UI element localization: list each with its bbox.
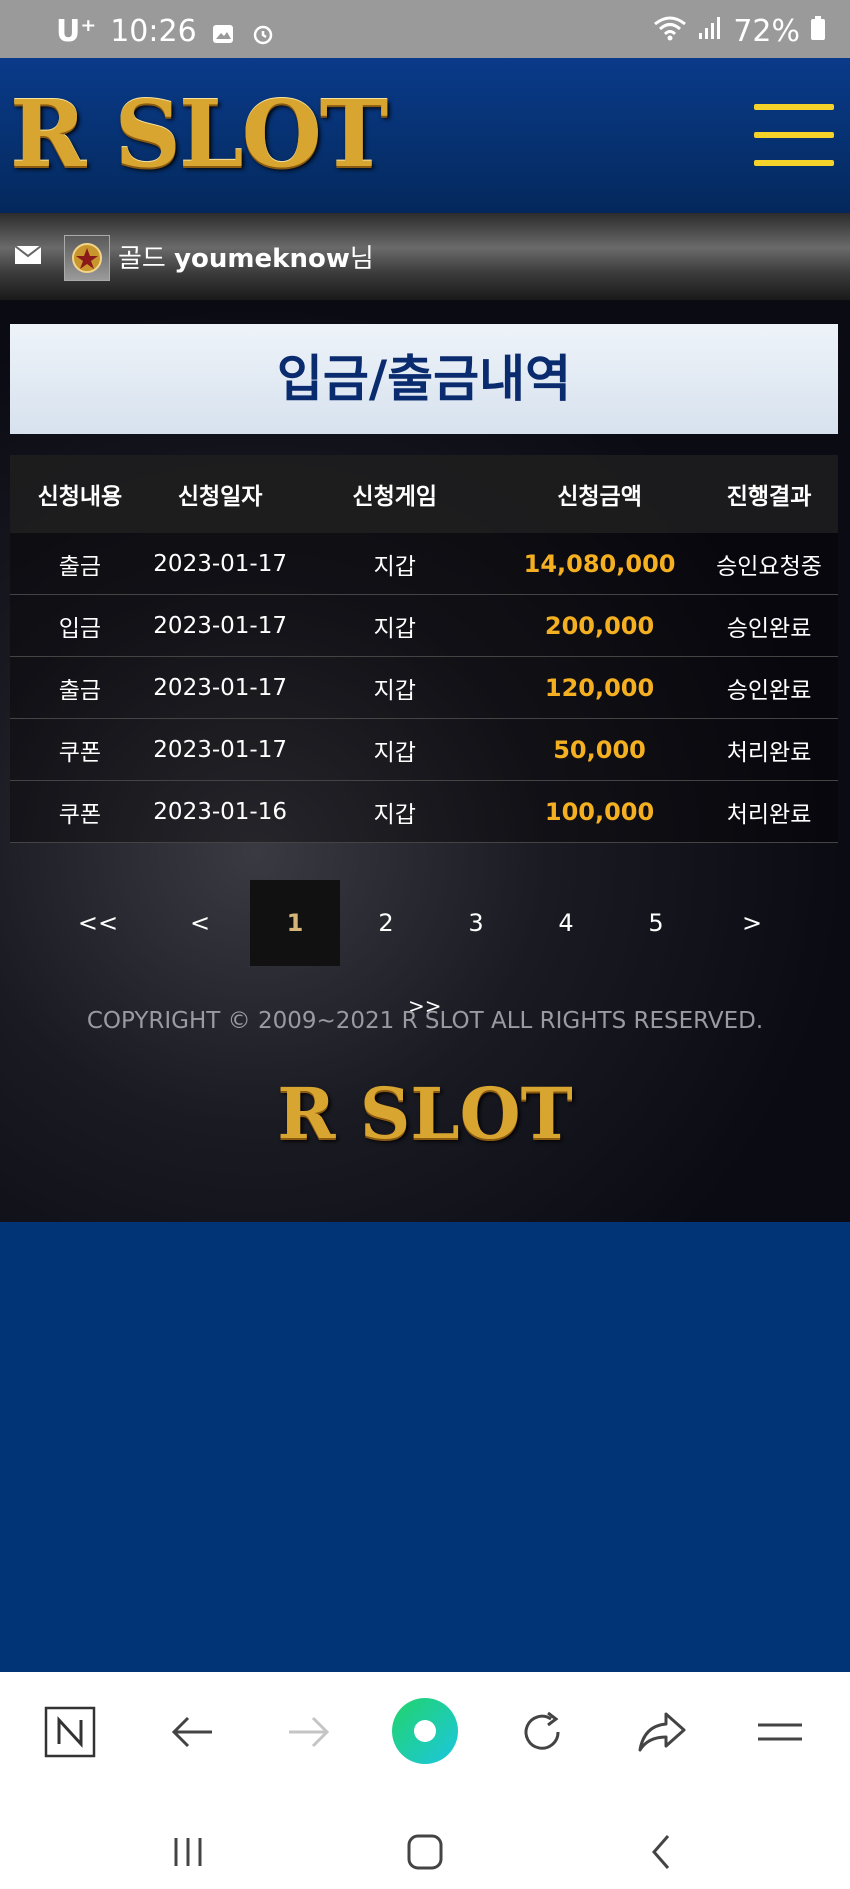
rank-badge-icon [64,235,110,281]
page-title: 입금/출금내역 [276,350,572,408]
page-link-4[interactable]: 4 [538,880,594,966]
cell-result: 처리완료 [700,718,838,781]
footer-logo: R SLOT [277,1072,573,1155]
cell-date: 2023-01-16 [149,780,291,843]
cell-type: 출금 [10,533,150,595]
site-logo[interactable]: R SLOT [10,88,388,180]
cell-type: 쿠폰 [10,718,150,781]
header-date: 신청일자 [149,455,291,533]
cell-result: 승인완료 [700,656,838,719]
cell-amount: 14,080,000 [499,533,701,595]
status-bar: U⁺ 10:26 72% [0,0,850,58]
cell-result: 승인요청중 [700,533,838,595]
mail-icon[interactable] [14,245,42,265]
signal-icon [697,14,723,49]
table-row: 출금 2023-01-17 지갑 120,000 승인완료 [10,656,838,719]
cell-game: 지갑 [290,594,499,657]
alarm-icon [251,19,277,45]
back-arrow-icon[interactable] [162,1702,222,1762]
cell-amount: 50,000 [499,718,701,781]
page-link-1[interactable]: 1 [250,880,340,966]
battery-icon [810,14,826,49]
battery-percent: 72% [733,14,800,49]
home-icon[interactable] [395,1830,455,1874]
refresh-icon[interactable] [512,1702,572,1762]
user-greeting: 골드 youmeknow님 [118,238,374,275]
cell-date: 2023-01-17 [149,533,291,595]
username: youmeknow [174,244,350,274]
share-icon[interactable] [632,1702,692,1762]
clock: 10:26 [110,14,197,49]
recent-apps-icon[interactable] [158,1830,218,1874]
carrier-label: U⁺ [56,14,97,49]
cell-amount: 200,000 [499,594,701,657]
transaction-table: 신청내용 신청일자 신청게임 신청금액 진행결과 출금 2023-01-17 지… [10,455,838,843]
wifi-icon [653,14,687,49]
user-rank: 골드 [118,244,166,274]
header-amount: 신청금액 [499,455,701,533]
page-title-box: 입금/출금내역 [10,324,838,434]
table-header-row: 신청내용 신청일자 신청게임 신청금액 진행결과 [10,455,838,533]
page-first-link[interactable]: << [70,880,126,966]
table-row: 입금 2023-01-17 지갑 200,000 승인완료 [10,594,838,657]
header-game: 신청게임 [290,455,499,533]
cell-date: 2023-01-17 [149,718,291,781]
cell-type: 쿠폰 [10,780,150,843]
home-circle-icon[interactable] [390,1696,460,1766]
page-prev-link[interactable]: < [172,880,228,966]
header-type: 신청내용 [10,455,150,533]
gallery-icon [211,19,237,45]
cell-amount: 100,000 [499,780,701,843]
forward-arrow-icon [279,1702,339,1762]
cell-game: 지갑 [290,780,499,843]
user-bar: 골드 youmeknow님 [0,213,850,300]
naver-n-icon[interactable] [40,1702,100,1762]
table-row: 출금 2023-01-17 지갑 14,080,000 승인요청중 [10,533,838,595]
user-suffix: 님 [349,244,374,274]
cell-date: 2023-01-17 [149,656,291,719]
cell-result: 처리완료 [700,780,838,843]
site-header: R SLOT [0,58,850,213]
back-icon[interactable] [632,1830,692,1874]
copyright-text: COPYRIGHT © 2009~2021 R SLOT ALL RIGHTS … [86,1008,764,1034]
browser-toolbar [0,1672,850,1889]
menu-icon[interactable] [754,104,834,168]
cell-amount: 120,000 [499,656,701,719]
menu-icon[interactable] [750,1702,810,1762]
cell-type: 입금 [10,594,150,657]
main-content: 입금/출금내역 신청내용 신청일자 신청게임 신청금액 진행결과 출금 2023… [0,300,850,1222]
cell-game: 지갑 [290,656,499,719]
table-row: 쿠폰 2023-01-17 지갑 50,000 처리완료 [10,718,838,781]
page-link-2[interactable]: 2 [358,880,414,966]
cell-date: 2023-01-17 [149,594,291,657]
page-next-link[interactable]: > [724,880,780,966]
cell-type: 출금 [10,656,150,719]
page-link-3[interactable]: 3 [448,880,504,966]
pagination: << < 1 2 3 4 5 > [50,880,810,966]
table-row: 쿠폰 2023-01-16 지갑 100,000 처리완료 [10,780,838,843]
cell-game: 지갑 [290,718,499,781]
header-result: 진행결과 [700,455,838,533]
page-link-5[interactable]: 5 [628,880,684,966]
cell-result: 승인완료 [700,594,838,657]
cell-game: 지갑 [290,533,499,595]
